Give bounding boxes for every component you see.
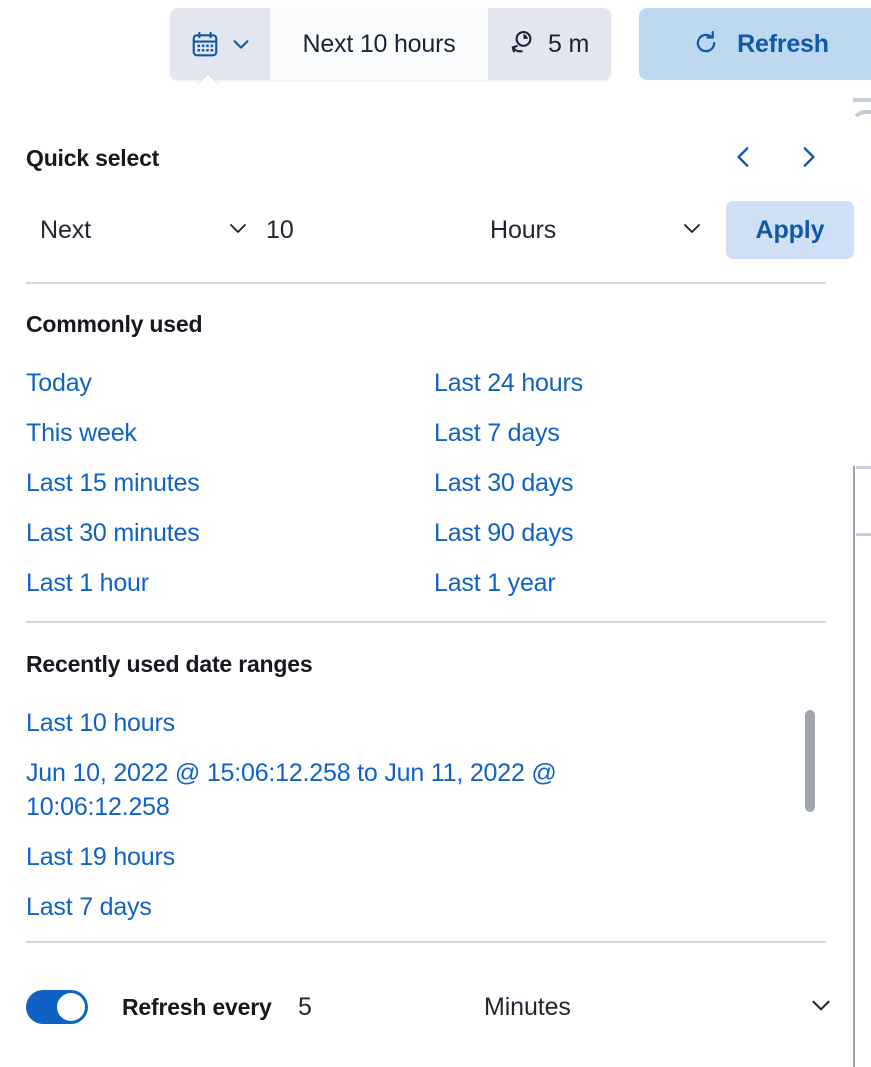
quick-select-direction-select[interactable]: Next <box>40 201 250 259</box>
quick-select-nav <box>726 140 826 176</box>
super-date-picker-bar: Next 10 hours 5 m <box>0 0 871 88</box>
refresh-interval-text: 5 m <box>548 30 589 59</box>
recently-used-item[interactable]: Jun 10, 2022 @ 15:06:12.258 to Jun 11, 2… <box>26 748 666 832</box>
commonly-used-item[interactable]: Last 1 hour <box>26 558 434 608</box>
background-artifact <box>856 533 871 536</box>
chevron-down-icon <box>226 216 250 245</box>
refresh-button-label: Refresh <box>737 30 829 59</box>
refresh-every-toggle[interactable] <box>26 990 88 1024</box>
refresh-every-count-input[interactable] <box>298 981 478 1033</box>
chevron-left-icon <box>731 142 757 175</box>
commonly-used-item[interactable]: Today <box>26 358 434 408</box>
date-quick-select-button[interactable] <box>170 8 270 80</box>
divider <box>26 282 826 284</box>
commonly-used-item[interactable]: Last 30 days <box>434 458 826 508</box>
commonly-used-list: Today Last 24 hours This week Last 7 day… <box>26 358 826 608</box>
quick-select-direction-value: Next <box>40 216 91 245</box>
background-artifact <box>856 466 871 469</box>
quick-select-header: Quick select <box>26 140 826 176</box>
recently-used-scrollbar-thumb[interactable] <box>805 710 815 812</box>
divider <box>26 941 826 943</box>
quick-select-apply-label: Apply <box>756 216 825 245</box>
popover-caret <box>196 74 220 86</box>
commonly-used-title: Commonly used <box>26 311 202 338</box>
quick-select-unit-value: Hours <box>490 216 556 245</box>
commonly-used-item[interactable]: Last 30 minutes <box>26 508 434 558</box>
previous-time-window-button[interactable] <box>726 140 762 176</box>
panel-right-edge <box>853 466 855 1067</box>
refresh-icon <box>691 28 721 61</box>
background-artifact <box>853 98 871 102</box>
commonly-used-item[interactable]: Last 1 year <box>434 558 826 608</box>
recently-used-title: Recently used date ranges <box>26 651 312 678</box>
refresh-every-unit-select[interactable]: Minutes <box>484 981 834 1033</box>
super-date-picker: Next 10 hours 5 m <box>170 8 611 80</box>
date-range-text: Next 10 hours <box>302 30 455 59</box>
chevron-down-icon <box>680 216 704 245</box>
commonly-used-item[interactable]: Last 24 hours <box>434 358 826 408</box>
quick-select-popover: Quick select <box>0 86 855 1067</box>
divider <box>26 621 826 623</box>
chevron-down-icon <box>230 33 252 55</box>
recently-used-item[interactable]: Last 10 hours <box>26 698 666 748</box>
refresh-interval-button[interactable]: 5 m <box>488 8 611 80</box>
refresh-every-unit-value: Minutes <box>484 993 571 1022</box>
commonly-used-item[interactable]: Last 7 days <box>434 408 826 458</box>
refresh-every-label: Refresh every <box>122 981 272 1033</box>
quick-select-count-input[interactable] <box>266 201 466 259</box>
quick-select-row: Next Hours Apply <box>26 201 828 259</box>
date-range-display[interactable]: Next 10 hours <box>270 8 488 80</box>
recently-used-list: Last 10 hours Jun 10, 2022 @ 15:06:12.25… <box>26 698 816 932</box>
calendar-icon <box>190 29 220 59</box>
refresh-every-row: Refresh every Minutes <box>26 981 826 1033</box>
date-picker-screen: Next 10 hours 5 m <box>0 0 871 1067</box>
recently-used-item[interactable]: Last 19 hours <box>26 832 666 882</box>
quick-select-title: Quick select <box>26 145 159 172</box>
commonly-used-item[interactable]: Last 15 minutes <box>26 458 434 508</box>
clock-refresh-icon <box>506 27 536 62</box>
next-time-window-button[interactable] <box>790 140 826 176</box>
refresh-button[interactable]: Refresh <box>639 8 871 80</box>
commonly-used-item[interactable]: Last 90 days <box>434 508 826 558</box>
recently-used-item[interactable]: Last 7 days <box>26 882 666 932</box>
quick-select-unit-select[interactable]: Hours <box>490 201 704 259</box>
commonly-used-item[interactable]: This week <box>26 408 434 458</box>
quick-select-apply-button[interactable]: Apply <box>726 201 854 259</box>
chevron-right-icon <box>795 142 821 175</box>
chevron-down-icon <box>808 992 834 1023</box>
